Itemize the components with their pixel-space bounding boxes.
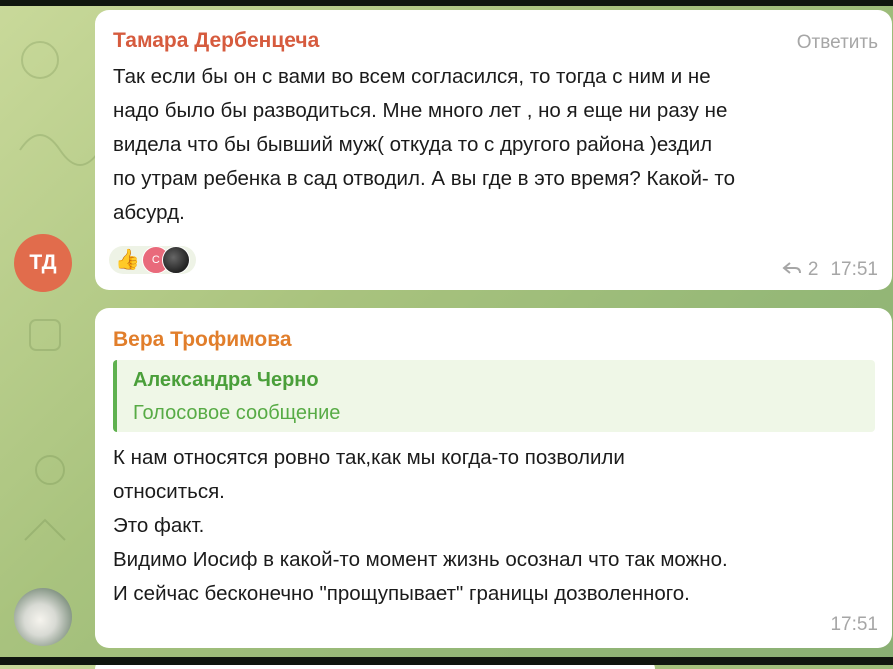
reply-quote[interactable]: Александра Черно Голосовое сообщение <box>113 360 875 432</box>
message-text: К нам относятся ровно так,как мы когда-т… <box>113 446 728 605</box>
avatar[interactable]: ТД <box>14 234 72 292</box>
message-time: 17:51 <box>830 259 878 280</box>
reactions-bar[interactable]: 👍 С <box>109 246 196 274</box>
reactor-avatar-photo <box>161 246 190 274</box>
reaction-thumbs-up[interactable]: 👍 С <box>109 246 196 274</box>
sender-name[interactable]: Вера Трофимова <box>113 328 292 352</box>
thumbs-up-icon: 👍 <box>115 249 140 271</box>
sender-name[interactable]: Тамара Дербенцеча <box>113 29 319 53</box>
window-top-edge <box>0 0 893 6</box>
avatar[interactable] <box>14 588 72 646</box>
window-bottom-edge <box>0 657 893 665</box>
reply-arrow-icon[interactable] <box>782 259 802 281</box>
quote-text: Голосовое сообщение <box>133 402 341 424</box>
message-bubble[interactable]: Вера Трофимова Александра Черно Голосово… <box>95 308 892 648</box>
message-time: 17:51 <box>830 614 878 635</box>
message-meta: 17:51 <box>830 614 878 636</box>
quote-sender: Александра Черно <box>133 369 319 391</box>
reply-button[interactable]: Ответить <box>797 32 878 54</box>
message-bubble[interactable]: Тамара Дербенцеча Ответить Так если бы о… <box>95 10 892 290</box>
message-text: Так если бы он с вами во всем согласился… <box>113 65 735 224</box>
message-meta: 2 17:51 <box>782 259 878 281</box>
replies-count[interactable]: 2 <box>808 259 819 281</box>
